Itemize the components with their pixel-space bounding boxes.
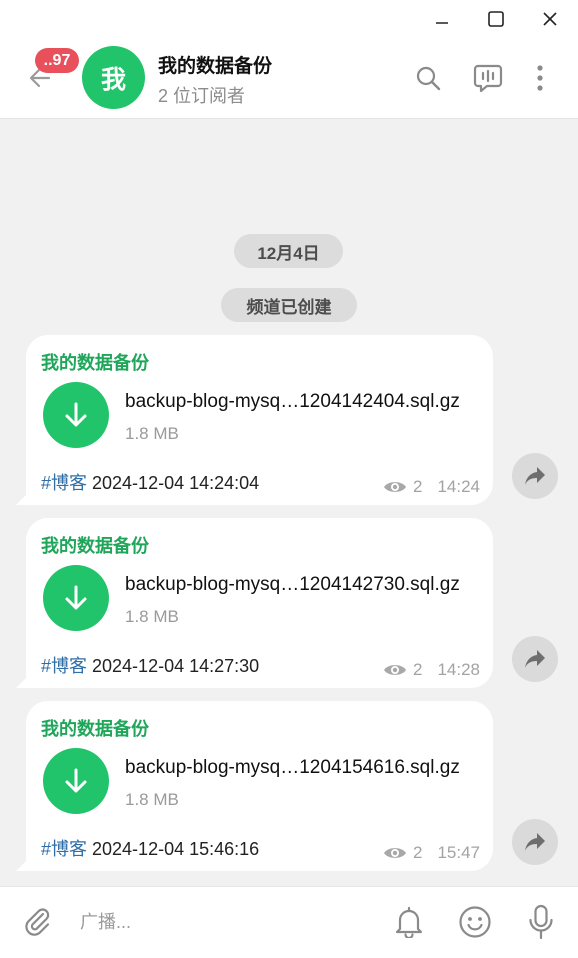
bubble-tail [16,855,32,871]
channel-title[interactable]: 我的数据备份 [158,51,272,78]
message-bubble[interactable]: 我的数据备份 backup-blog-mysq…1204142404.sql.g… [16,335,493,505]
message-caption: #博客 2024-12-04 14:27:30 [41,652,259,678]
message-meta: 2 14:28 [383,660,480,680]
message-bubble[interactable]: 我的数据备份 backup-blog-mysq…1204154616.sql.g… [16,701,493,871]
file-size: 1.8 MB [125,424,179,443]
bubble-tail [16,672,32,688]
maximize-icon [488,11,504,27]
chat-area[interactable]: 12月4日 频道已创建 我的数据备份 backup-blog-mysq…1204… [0,119,578,886]
message-meta: 2 14:24 [383,477,480,497]
hashtag-link[interactable]: #博客 [41,839,87,859]
download-button[interactable] [43,382,109,448]
message-time: 15:47 [437,843,480,862]
more-vertical-icon [537,65,543,91]
message-caption: #博客 2024-12-04 15:46:16 [41,835,259,861]
channel-avatar[interactable]: 我 [82,46,145,109]
voice-chat-icon [473,64,503,93]
close-icon [543,12,557,26]
download-button[interactable] [43,565,109,631]
chat-header: ..97 我 我的数据备份 2 位订阅者 [0,38,578,119]
file-name[interactable]: backup-blog-mysq…1204154616.sql.gz [125,757,460,779]
date-pill: 12月4日 [234,234,343,268]
message-time: 14:24 [437,477,480,496]
message-composer [0,886,578,958]
hashtag-link[interactable]: #博客 [41,656,87,676]
file-name[interactable]: backup-blog-mysq…1204142730.sql.gz [125,574,460,596]
voice-chat-button[interactable] [470,60,506,96]
eye-icon [383,665,406,675]
attach-button[interactable] [19,903,57,941]
microphone-icon [529,904,553,940]
unread-count-badge: ..97 [35,48,79,73]
emoji-icon [459,906,491,938]
download-arrow-icon [65,585,87,610]
notification-bell-icon [395,906,423,938]
broadcast-input[interactable] [80,907,370,937]
file-name[interactable]: backup-blog-mysq…1204142404.sql.gz [125,391,460,413]
silent-broadcast-button[interactable] [390,903,428,941]
caption-text: 2024-12-04 14:24:04 [87,473,260,493]
hashtag-link[interactable]: #博客 [41,473,87,493]
forward-button[interactable] [512,819,558,865]
search-icon [416,66,441,91]
message-sender[interactable]: 我的数据备份 [41,532,149,558]
message-time: 14:28 [437,660,480,679]
service-message: 频道已创建 [221,288,357,322]
view-count: 2 [412,660,423,679]
forward-button[interactable] [512,453,558,499]
close-button[interactable] [536,6,564,32]
forward-icon [525,833,545,851]
attach-icon [25,908,50,936]
emoji-button[interactable] [456,903,494,941]
message-meta: 2 15:47 [383,843,480,863]
file-size: 1.8 MB [125,607,179,626]
download-button[interactable] [43,748,109,814]
eye-icon [383,482,406,492]
forward-icon [525,650,545,668]
view-count: 2 [412,477,423,496]
eye-icon [383,848,406,858]
maximize-button[interactable] [482,6,510,32]
view-count: 2 [412,843,423,862]
minimize-button[interactable] [428,6,456,32]
forward-icon [525,467,545,485]
subscriber-count: 2 位订阅者 [158,86,246,106]
download-arrow-icon [65,768,87,793]
message-sender[interactable]: 我的数据备份 [41,349,149,375]
search-button[interactable] [410,60,446,96]
message-caption: #博客 2024-12-04 14:24:04 [41,469,259,495]
file-size: 1.8 MB [125,790,179,809]
message-bubble[interactable]: 我的数据备份 backup-blog-mysq…1204142730.sql.g… [16,518,493,688]
more-options-button[interactable] [522,60,558,96]
caption-text: 2024-12-04 15:46:16 [87,839,260,859]
forward-button[interactable] [512,636,558,682]
download-arrow-icon [65,402,87,427]
minimize-icon [436,22,448,24]
voice-message-button[interactable] [522,903,560,941]
caption-text: 2024-12-04 14:27:30 [87,656,260,676]
window-titlebar [0,0,578,38]
message-sender[interactable]: 我的数据备份 [41,715,149,741]
bubble-tail [16,489,32,505]
